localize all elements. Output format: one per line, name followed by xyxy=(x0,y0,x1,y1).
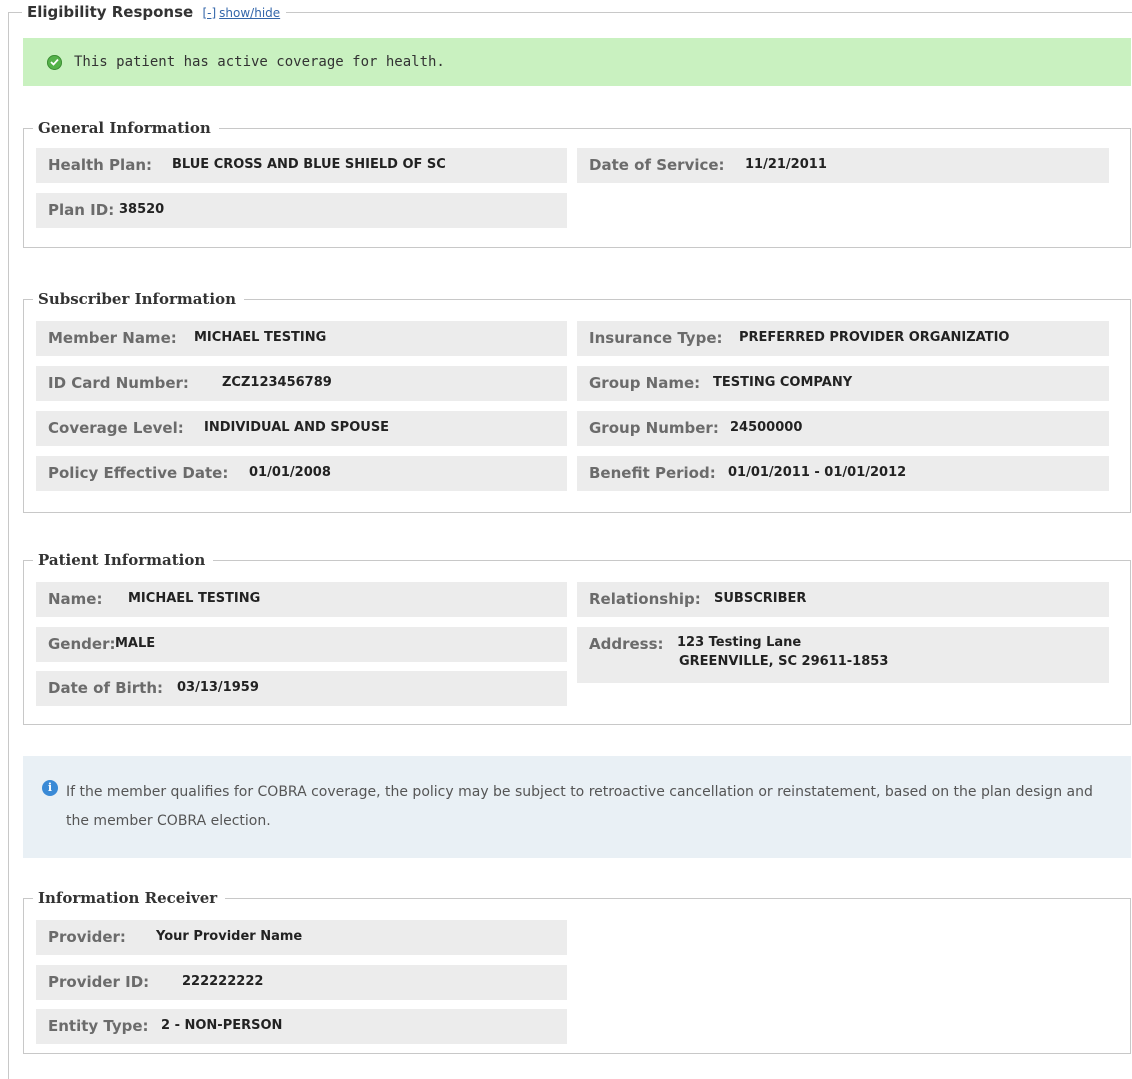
patient-name-field: Name: MICHAEL TESTING xyxy=(36,582,567,617)
insurance-type-field: Insurance Type: PREFERRED PROVIDER ORGAN… xyxy=(577,321,1109,356)
field-value: SUBSCRIBER xyxy=(714,591,807,606)
field-value: ZCZ123456789 xyxy=(222,375,332,390)
field-label: Group Number: xyxy=(589,419,719,437)
field-value: TESTING COMPANY xyxy=(713,375,853,390)
field-value: 24500000 xyxy=(730,420,803,435)
field-label: Date of Birth: xyxy=(48,679,164,697)
field-label: Gender: xyxy=(48,635,116,653)
field-label: Policy Effective Date: xyxy=(48,464,229,482)
field-value: MICHAEL TESTING xyxy=(194,330,327,345)
patient-information-section: Patient Information Name: MICHAEL TESTIN… xyxy=(23,549,1131,725)
eligibility-response-header: Eligibility Response [-] show/hide xyxy=(22,2,287,23)
cobra-notice: i If the member qualifies for COBRA cove… xyxy=(23,756,1131,858)
field-value: 38520 xyxy=(119,202,165,217)
field-label: Member Name: xyxy=(48,329,177,347)
field-value: 01/01/2008 xyxy=(249,465,331,480)
field-value: BLUE CROSS AND BLUE SHIELD OF SC xyxy=(172,157,446,172)
address-line-1: 123 Testing Lane xyxy=(677,635,802,650)
field-label: Insurance Type: xyxy=(589,329,723,347)
info-icon: i xyxy=(42,780,58,796)
field-value: MALE xyxy=(115,636,156,651)
check-circle-icon xyxy=(47,54,62,70)
date-of-birth-field: Date of Birth: 03/13/1959 xyxy=(36,671,567,706)
member-name-field: Member Name: MICHAEL TESTING xyxy=(36,321,567,356)
health-plan-field: Health Plan: BLUE CROSS AND BLUE SHIELD … xyxy=(36,148,567,183)
section-title: Information Receiver xyxy=(33,887,226,909)
field-label: Provider: xyxy=(48,928,126,946)
field-value: INDIVIDUAL AND SPOUSE xyxy=(204,420,390,435)
field-value: 01/01/2011 - 01/01/2012 xyxy=(728,465,907,480)
cobra-notice-text: If the member qualifies for COBRA covera… xyxy=(66,784,1093,829)
date-of-service-field: Date of Service: 11/21/2011 xyxy=(577,148,1109,183)
benefit-period-field: Benefit Period: 01/01/2011 - 01/01/2012 xyxy=(577,456,1109,491)
general-information-section: General Information Health Plan: BLUE CR… xyxy=(23,117,1131,248)
policy-effective-date-field: Policy Effective Date: 01/01/2008 xyxy=(36,456,567,491)
coverage-level-field: Coverage Level: INDIVIDUAL AND SPOUSE xyxy=(36,411,567,446)
field-label: Name: xyxy=(48,590,103,608)
group-number-field: Group Number: 24500000 xyxy=(577,411,1109,446)
field-value: Your Provider Name xyxy=(156,929,303,944)
field-value: 11/21/2011 xyxy=(745,157,827,172)
field-value: 222222222 xyxy=(182,974,264,989)
group-name-field: Group Name: TESTING COMPANY xyxy=(577,366,1109,401)
information-receiver-section: Information Receiver Provider: Your Prov… xyxy=(23,887,1131,1054)
address-line-2: GREENVILLE, SC 29611-1853 xyxy=(679,654,889,669)
provider-field: Provider: Your Provider Name xyxy=(36,920,567,955)
entity-type-field: Entity Type: 2 - NON-PERSON xyxy=(36,1009,567,1044)
field-label: Benefit Period: xyxy=(589,464,716,482)
field-label: Entity Type: xyxy=(48,1017,149,1035)
field-value: 2 - NON-PERSON xyxy=(161,1018,283,1033)
coverage-status-message: This patient has active coverage for hea… xyxy=(74,54,445,70)
show-hide-link[interactable]: show/hide xyxy=(219,6,280,20)
field-label: Health Plan: xyxy=(48,156,152,174)
show-hide-toggle[interactable]: [-] show/hide xyxy=(202,6,280,20)
field-label: Address: xyxy=(589,635,664,653)
relationship-field: Relationship: SUBSCRIBER xyxy=(577,582,1109,617)
field-label: ID Card Number: xyxy=(48,374,189,392)
field-label: Relationship: xyxy=(589,590,701,608)
plan-id-field: Plan ID: 38520 xyxy=(36,193,567,228)
coverage-status-banner: This patient has active coverage for hea… xyxy=(23,38,1131,86)
gender-field: Gender: MALE xyxy=(36,627,567,662)
field-value: PREFERRED PROVIDER ORGANIZATIO xyxy=(739,330,1010,345)
section-title: Subscriber Information xyxy=(33,288,244,310)
field-label: Date of Service: xyxy=(589,156,725,174)
field-label: Plan ID: xyxy=(48,201,115,219)
field-label: Coverage Level: xyxy=(48,419,184,437)
field-value: 03/13/1959 xyxy=(177,680,259,695)
section-title: Patient Information xyxy=(33,549,214,571)
page-title: Eligibility Response xyxy=(27,3,194,21)
id-card-number-field: ID Card Number: ZCZ123456789 xyxy=(36,366,567,401)
provider-id-field: Provider ID: 222222222 xyxy=(36,965,567,1000)
field-value: MICHAEL TESTING xyxy=(128,591,261,606)
field-label: Provider ID: xyxy=(48,973,150,991)
collapse-bracket[interactable]: [-] xyxy=(202,6,216,20)
address-field: Address: 123 Testing Lane GREENVILLE, SC… xyxy=(577,627,1109,683)
field-label: Group Name: xyxy=(589,374,701,392)
section-title: General Information xyxy=(33,117,219,139)
subscriber-information-section: Subscriber Information Member Name: MICH… xyxy=(23,288,1131,513)
